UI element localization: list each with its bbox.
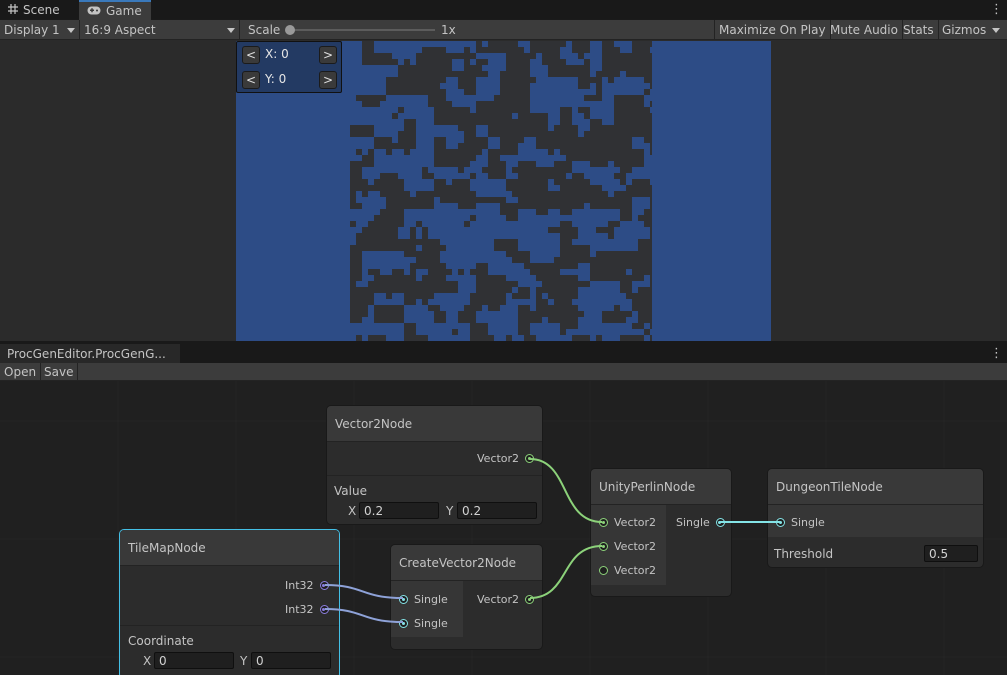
tab-menu-icon[interactable]: ⋮ [990,3,1003,16]
stats-toggle[interactable]: Stats [899,20,939,40]
chevron-down-icon [67,27,75,33]
game-toolbar: Display 1 16:9 Aspect Scale 1x Maximize … [0,20,1007,40]
editor-tab-bar: Scene Game ⋮ [0,0,1007,20]
gizmos-dropdown[interactable]: Gizmos [938,20,1007,40]
y-coordinate-label: Y: 0 [265,72,287,86]
y-next-button[interactable]: > [319,71,337,89]
chevron-down-icon [992,27,1001,33]
edge-tilemap-int-1 [324,584,404,599]
display-label: Display 1 [4,23,60,37]
chevron-down-icon [227,27,235,33]
x-prev-button[interactable]: < [242,46,260,64]
aspect-dropdown[interactable]: 16:9 Aspect [80,20,240,40]
scale-slider-thumb[interactable] [285,25,295,35]
maximize-on-play-toggle[interactable]: Maximize On Play [714,20,831,40]
scale-label: Scale [248,23,281,37]
tab-procgen-editor[interactable]: ProcGenEditor.ProcGenG... [0,344,180,363]
gamepad-icon [87,4,101,18]
save-button[interactable]: Save [40,363,79,381]
graph-tab-menu-icon[interactable]: ⋮ [990,347,1003,360]
mute-audio-toggle[interactable]: Mute Audio [826,20,903,40]
x-next-button[interactable]: > [319,46,337,64]
edge-createvec-to-perlin [529,545,603,599]
tab-game-label: Game [106,4,142,18]
graph-toolbar: Open Save [0,363,1007,381]
coordinate-panel: < X: 0 > < Y: 0 > [236,41,342,93]
aspect-label: 16:9 Aspect [84,23,156,37]
graph-tab-bar: ProcGenEditor.ProcGenG... ⋮ [0,344,1007,363]
display-dropdown[interactable]: Display 1 [0,20,80,40]
scale-slider-track[interactable] [288,29,435,31]
x-coordinate-label: X: 0 [265,47,289,61]
tab-scene[interactable]: Scene [0,0,78,20]
scale-value: 1x [441,23,456,37]
edge-tilemap-int-2 [324,608,404,623]
edge-vector2-to-perlin [529,458,603,523]
node-graph-canvas[interactable]: Vector2Node Vector2 Value X 0.2 Y 0.2 Un… [0,381,1007,675]
y-prev-button[interactable]: < [242,71,260,89]
open-button[interactable]: Open [0,363,42,381]
gizmos-label: Gizmos [942,23,987,37]
dungeon-tile-map [350,41,652,341]
grid-icon [8,3,18,17]
tab-scene-label: Scene [23,3,60,17]
node-connections [324,458,780,623]
tab-game[interactable]: Game [79,0,151,20]
